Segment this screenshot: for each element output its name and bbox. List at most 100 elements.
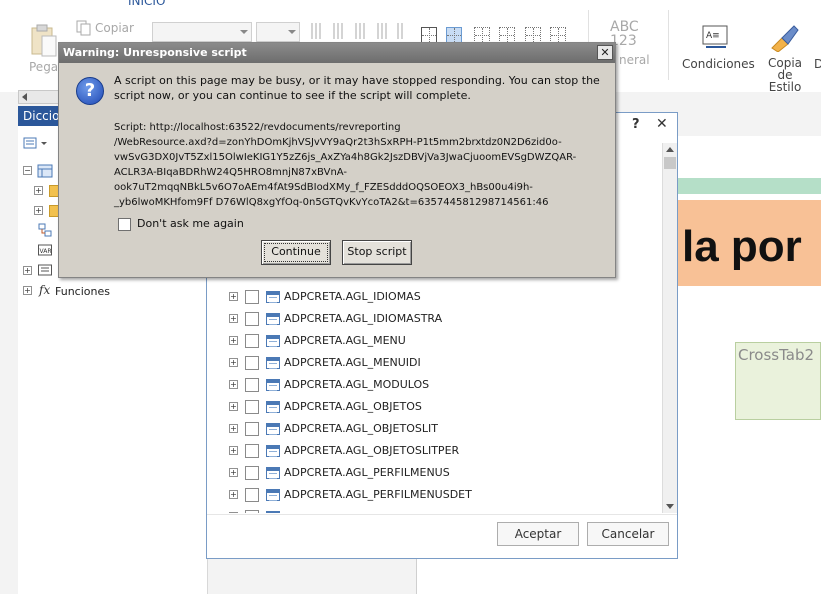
copy-style-button[interactable]: Copia de Estilo (768, 57, 802, 93)
table-row[interactable]: + ADPCRETA.AGL_IDIOMAS (207, 286, 662, 308)
warning-message: A script on this page may be busy, or it… (114, 74, 600, 102)
inside-borders-icon[interactable] (446, 27, 462, 43)
tree-expand-toggle[interactable]: + (229, 424, 238, 433)
all-borders-icon[interactable] (421, 27, 437, 43)
tree-expand-toggle[interactable]: + (23, 266, 32, 275)
row-checkbox[interactable] (245, 378, 259, 392)
tree-expand-toggle[interactable]: + (229, 490, 238, 499)
script-line: _yb6lwoMKHfom9Ff D76WlQ8xgYfOq-0n5GTQvKv… (114, 197, 549, 208)
row-checkbox[interactable] (245, 290, 259, 304)
row-checkbox[interactable] (245, 488, 259, 502)
tree-expand-toggle[interactable]: − (23, 166, 32, 175)
row-checkbox[interactable] (245, 356, 259, 370)
row-checkbox[interactable] (245, 510, 259, 513)
border-bottom-icon[interactable] (499, 27, 515, 43)
report-title-band[interactable]: la por (676, 200, 821, 286)
format-general-label: neral (619, 53, 650, 67)
tree-expand-toggle[interactable]: + (229, 468, 238, 477)
table-icon (266, 379, 280, 391)
table-row[interactable]: + ADPCRETA.AGL_OBJETOS (207, 396, 662, 418)
row-checkbox[interactable] (245, 422, 259, 436)
tree-expand-toggle[interactable]: + (34, 186, 43, 195)
tree-expand-toggle[interactable]: + (229, 358, 238, 367)
table-row[interactable]: + ADPCRETA.AGL_OBJETOSLIT (207, 418, 662, 440)
table-icon (266, 335, 280, 347)
table-row[interactable]: + ADPCRETA.AGL_PERFILMENUS (207, 462, 662, 484)
tree-expand-toggle[interactable]: + (229, 336, 238, 345)
border-top-icon[interactable] (474, 27, 490, 43)
table-name: ADPCRETA.AGL_MENUIDI (284, 356, 421, 369)
table-icon (266, 489, 280, 501)
table-name: ADPCRETA.AGL_OBJETOSLITPER (284, 444, 460, 457)
tree-expand-toggle[interactable]: + (229, 292, 238, 301)
dictionary-panel-title[interactable]: Diccio (18, 106, 59, 126)
table-name: ADPCRETA.AGL_IDIOMASTRA (284, 312, 443, 325)
tree-expand-toggle[interactable]: + (229, 446, 238, 455)
script-line: ACLR3A-BIqaBDRhW24Q5HRO8mnjN87xBVnA- (114, 167, 348, 178)
copy-button[interactable]: Copiar (95, 21, 134, 35)
table-row[interactable]: + ADPCRETA.AGL_MODULOS (207, 374, 662, 396)
row-checkbox[interactable] (245, 466, 259, 480)
table-name: ADPCRETA.AGL_PERFILMENUS (284, 466, 450, 479)
variable-icon: VAR (38, 244, 52, 256)
dont-ask-checkbox[interactable] (118, 218, 131, 231)
table-icon (266, 445, 280, 457)
table-row[interactable]: + ADPCRETA.AGL_IDIOMASTRA (207, 308, 662, 330)
cancel-button[interactable]: Cancelar (587, 522, 669, 546)
font-name-combo[interactable] (152, 22, 252, 42)
stop-script-button[interactable]: Stop script (342, 240, 412, 265)
arrow-down-icon[interactable] (666, 504, 674, 509)
system-variables-icon (38, 264, 52, 276)
paste-button[interactable]: Pega (29, 60, 58, 74)
crosstab-label: CrossTab2 (738, 346, 815, 364)
arrow-up-icon[interactable] (666, 147, 674, 152)
script-line: vwSvG3DX0JvT5Zxl15OlwIeKIG1Y5zZ6js_AxZYa… (114, 152, 577, 163)
tree-expand-toggle[interactable]: + (34, 206, 43, 215)
close-icon[interactable]: ✕ (597, 45, 613, 60)
tab-inicio[interactable]: INICIO (128, 0, 165, 8)
alignment-icons (311, 23, 403, 39)
continue-button[interactable]: Continue (261, 240, 331, 265)
row-checkbox[interactable] (245, 334, 259, 348)
horizontal-scrollbar[interactable] (18, 90, 60, 104)
conditions-icon: A≡ (702, 25, 728, 48)
help-icon[interactable]: ? (632, 117, 640, 132)
close-icon[interactable]: ✕ (656, 116, 668, 132)
arrow-left-icon (22, 93, 27, 101)
table-row[interactable]: + ADPCRETA.AGL_PERFILMENUSDET (207, 484, 662, 506)
script-line: ook7uT2mqqNBkL5v6O7oAEm4fAt9SdBIodXMy_f_… (114, 182, 533, 193)
list-item-partial: + (207, 506, 662, 513)
unresponsive-script-dialog: Warning: Unresponsive script ✕ ? A scrip… (58, 42, 616, 278)
border-right-icon[interactable] (550, 27, 566, 43)
dictionary-actions-icon[interactable] (23, 136, 49, 150)
row-checkbox[interactable] (245, 312, 259, 326)
script-details: Script: http://localhost:63522/revdocume… (114, 120, 609, 210)
functions-tree-item[interactable]: Funciones (55, 285, 110, 298)
table-icon (266, 467, 280, 479)
row-checkbox[interactable] (245, 444, 259, 458)
report-title-text: la por (682, 222, 802, 271)
table-name: ADPCRETA.AGL_MENU (284, 334, 406, 347)
tree-expand-toggle[interactable]: + (23, 286, 32, 295)
copy-style-brush-icon (771, 25, 799, 52)
tree-expand-toggle[interactable]: + (229, 512, 238, 513)
tree-expand-toggle[interactable]: + (229, 380, 238, 389)
accept-button[interactable]: Aceptar (497, 522, 579, 546)
tree-expand-toggle[interactable]: + (229, 314, 238, 323)
conditions-button[interactable]: Condiciones (682, 57, 755, 71)
table-icon (266, 291, 280, 303)
tree-expand-toggle[interactable]: + (229, 402, 238, 411)
table-name: ADPCRETA.AGL_OBJETOSLIT (284, 422, 438, 435)
vertical-scrollbar[interactable] (662, 143, 677, 513)
report-band-header[interactable] (676, 178, 821, 194)
table-row[interactable]: + ADPCRETA.AGL_MENU (207, 330, 662, 352)
table-row[interactable]: + ADPCRETA.AGL_OBJETOSLITPER (207, 440, 662, 462)
font-size-combo[interactable] (256, 22, 300, 42)
table-row[interactable]: + ADPCRETA.AGL_MENUIDI (207, 352, 662, 374)
table-name: ADPCRETA.AGL_OBJETOS (284, 400, 422, 413)
chevron-down-icon (240, 30, 248, 34)
border-left-icon[interactable] (525, 27, 541, 43)
row-checkbox[interactable] (245, 400, 259, 414)
crosstab-component[interactable]: CrossTab2 (735, 342, 821, 420)
scrollbar-thumb[interactable] (664, 157, 676, 169)
